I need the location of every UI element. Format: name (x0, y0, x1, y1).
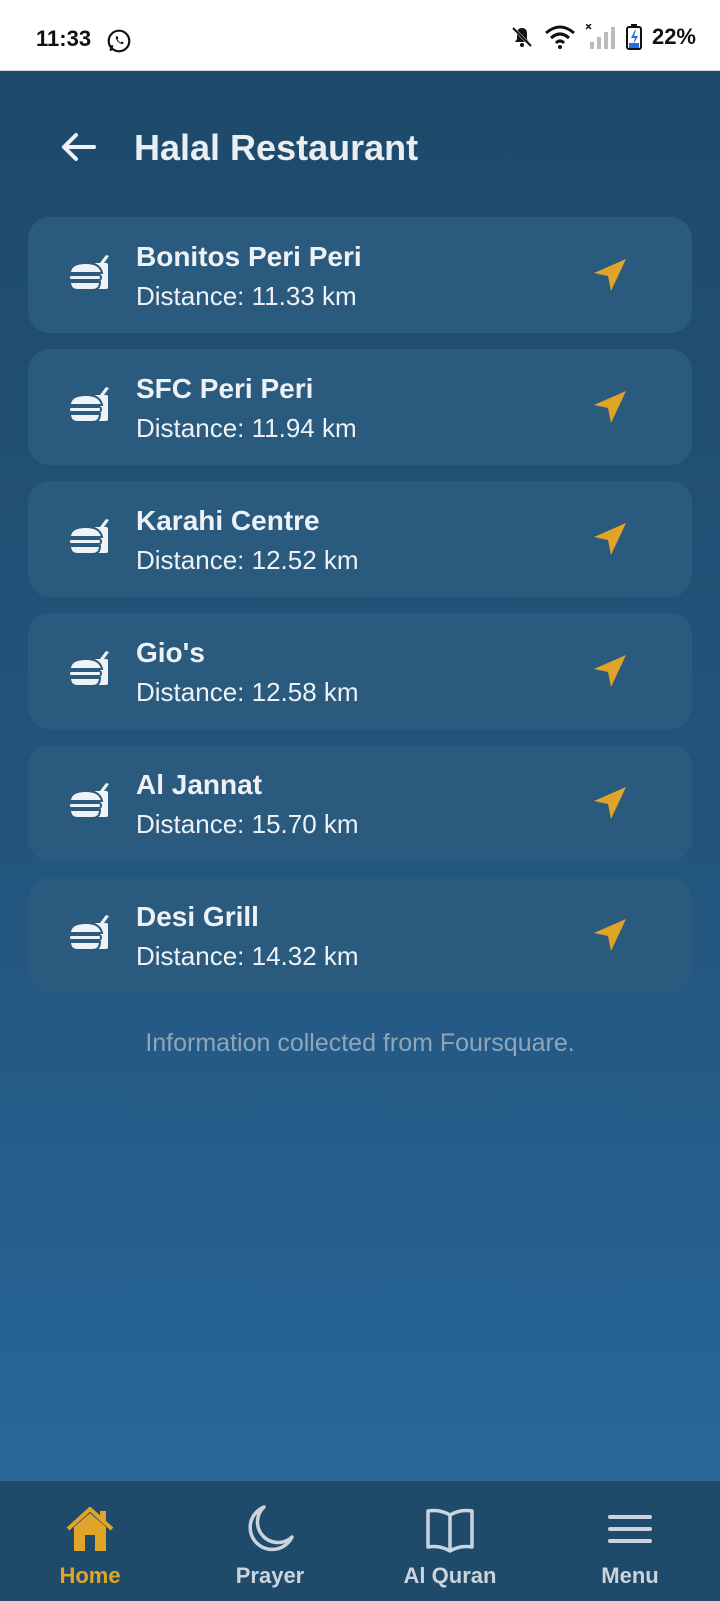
navigation-icon[interactable] (590, 255, 630, 295)
nav-al-quran[interactable]: Al Quran (360, 1481, 540, 1601)
restaurant-card[interactable]: SFC Peri Peri Distance: 11.94 km (28, 349, 692, 465)
fast-food-icon (68, 255, 109, 291)
home-icon (66, 1507, 114, 1551)
signal-icon (585, 24, 615, 49)
nav-al-quran-label: Al Quran (403, 1563, 497, 1588)
nav-home[interactable]: Home (0, 1481, 180, 1601)
restaurant-list: Bonitos Peri Peri Distance: 11.33 km SFC… (28, 217, 692, 1009)
restaurant-distance: Distance: 14.32 km (136, 941, 359, 971)
moon-icon (248, 1505, 294, 1552)
nav-menu-label: Menu (601, 1563, 659, 1588)
header: Halal Restaurant (0, 71, 720, 221)
whatsapp-icon (107, 29, 131, 53)
fast-food-icon (68, 519, 109, 555)
navigation-icon[interactable] (590, 915, 630, 955)
book-icon (426, 1508, 474, 1553)
navigation-icon[interactable] (590, 387, 630, 427)
restaurant-distance: Distance: 12.58 km (136, 677, 359, 707)
wifi-icon (544, 25, 575, 49)
menu-icon (608, 1515, 652, 1543)
restaurant-distance: Distance: 12.52 km (136, 545, 359, 575)
nav-home-label: Home (59, 1563, 121, 1588)
restaurant-card[interactable]: Karahi Centre Distance: 12.52 km (28, 481, 692, 597)
fast-food-icon (68, 651, 109, 687)
nav-prayer-label: Prayer (235, 1563, 305, 1588)
restaurant-name: Al Jannat (136, 769, 263, 800)
status-time: 11:33 (36, 26, 92, 51)
restaurant-card[interactable]: Desi Grill Distance: 14.32 km (28, 877, 692, 993)
page-title: Halal Restaurant (134, 127, 419, 168)
battery-percent: 22% (651, 24, 696, 49)
restaurant-distance: Distance: 11.33 km (136, 281, 357, 311)
fast-food-icon (68, 783, 109, 819)
restaurant-card[interactable]: Bonitos Peri Peri Distance: 11.33 km (28, 217, 692, 333)
bottom-navigation: Home Prayer Al Quran Menu (0, 1480, 720, 1601)
restaurant-name: Karahi Centre (136, 505, 320, 536)
restaurant-distance: Distance: 11.94 km (136, 413, 357, 443)
status-bar: 11:33 22% (0, 0, 720, 71)
restaurant-card[interactable]: Gio's Distance: 12.58 km (28, 613, 692, 729)
restaurant-card[interactable]: Al Jannat Distance: 15.70 km (28, 745, 692, 861)
restaurant-name: Desi Grill (136, 901, 259, 932)
restaurant-distance: Distance: 15.70 km (136, 809, 359, 839)
navigation-icon[interactable] (590, 651, 630, 691)
mute-icon (511, 26, 533, 48)
back-arrow-icon[interactable] (56, 125, 100, 169)
fast-food-icon (68, 915, 109, 951)
source-note: Information collected from Foursquare. (145, 1029, 575, 1057)
navigation-icon[interactable] (590, 783, 630, 823)
nav-prayer[interactable]: Prayer (180, 1481, 360, 1601)
restaurant-name: Bonitos Peri Peri (136, 241, 362, 272)
restaurant-name: SFC Peri Peri (136, 373, 314, 404)
app-content: Halal Restaurant Bonitos Peri Peri Dista… (0, 71, 720, 1480)
nav-menu[interactable]: Menu (540, 1481, 720, 1601)
status-icons: 22% (510, 24, 696, 50)
battery-icon (625, 24, 642, 50)
navigation-icon[interactable] (590, 519, 630, 559)
restaurant-name: Gio's (136, 637, 205, 668)
fast-food-icon (68, 387, 109, 423)
